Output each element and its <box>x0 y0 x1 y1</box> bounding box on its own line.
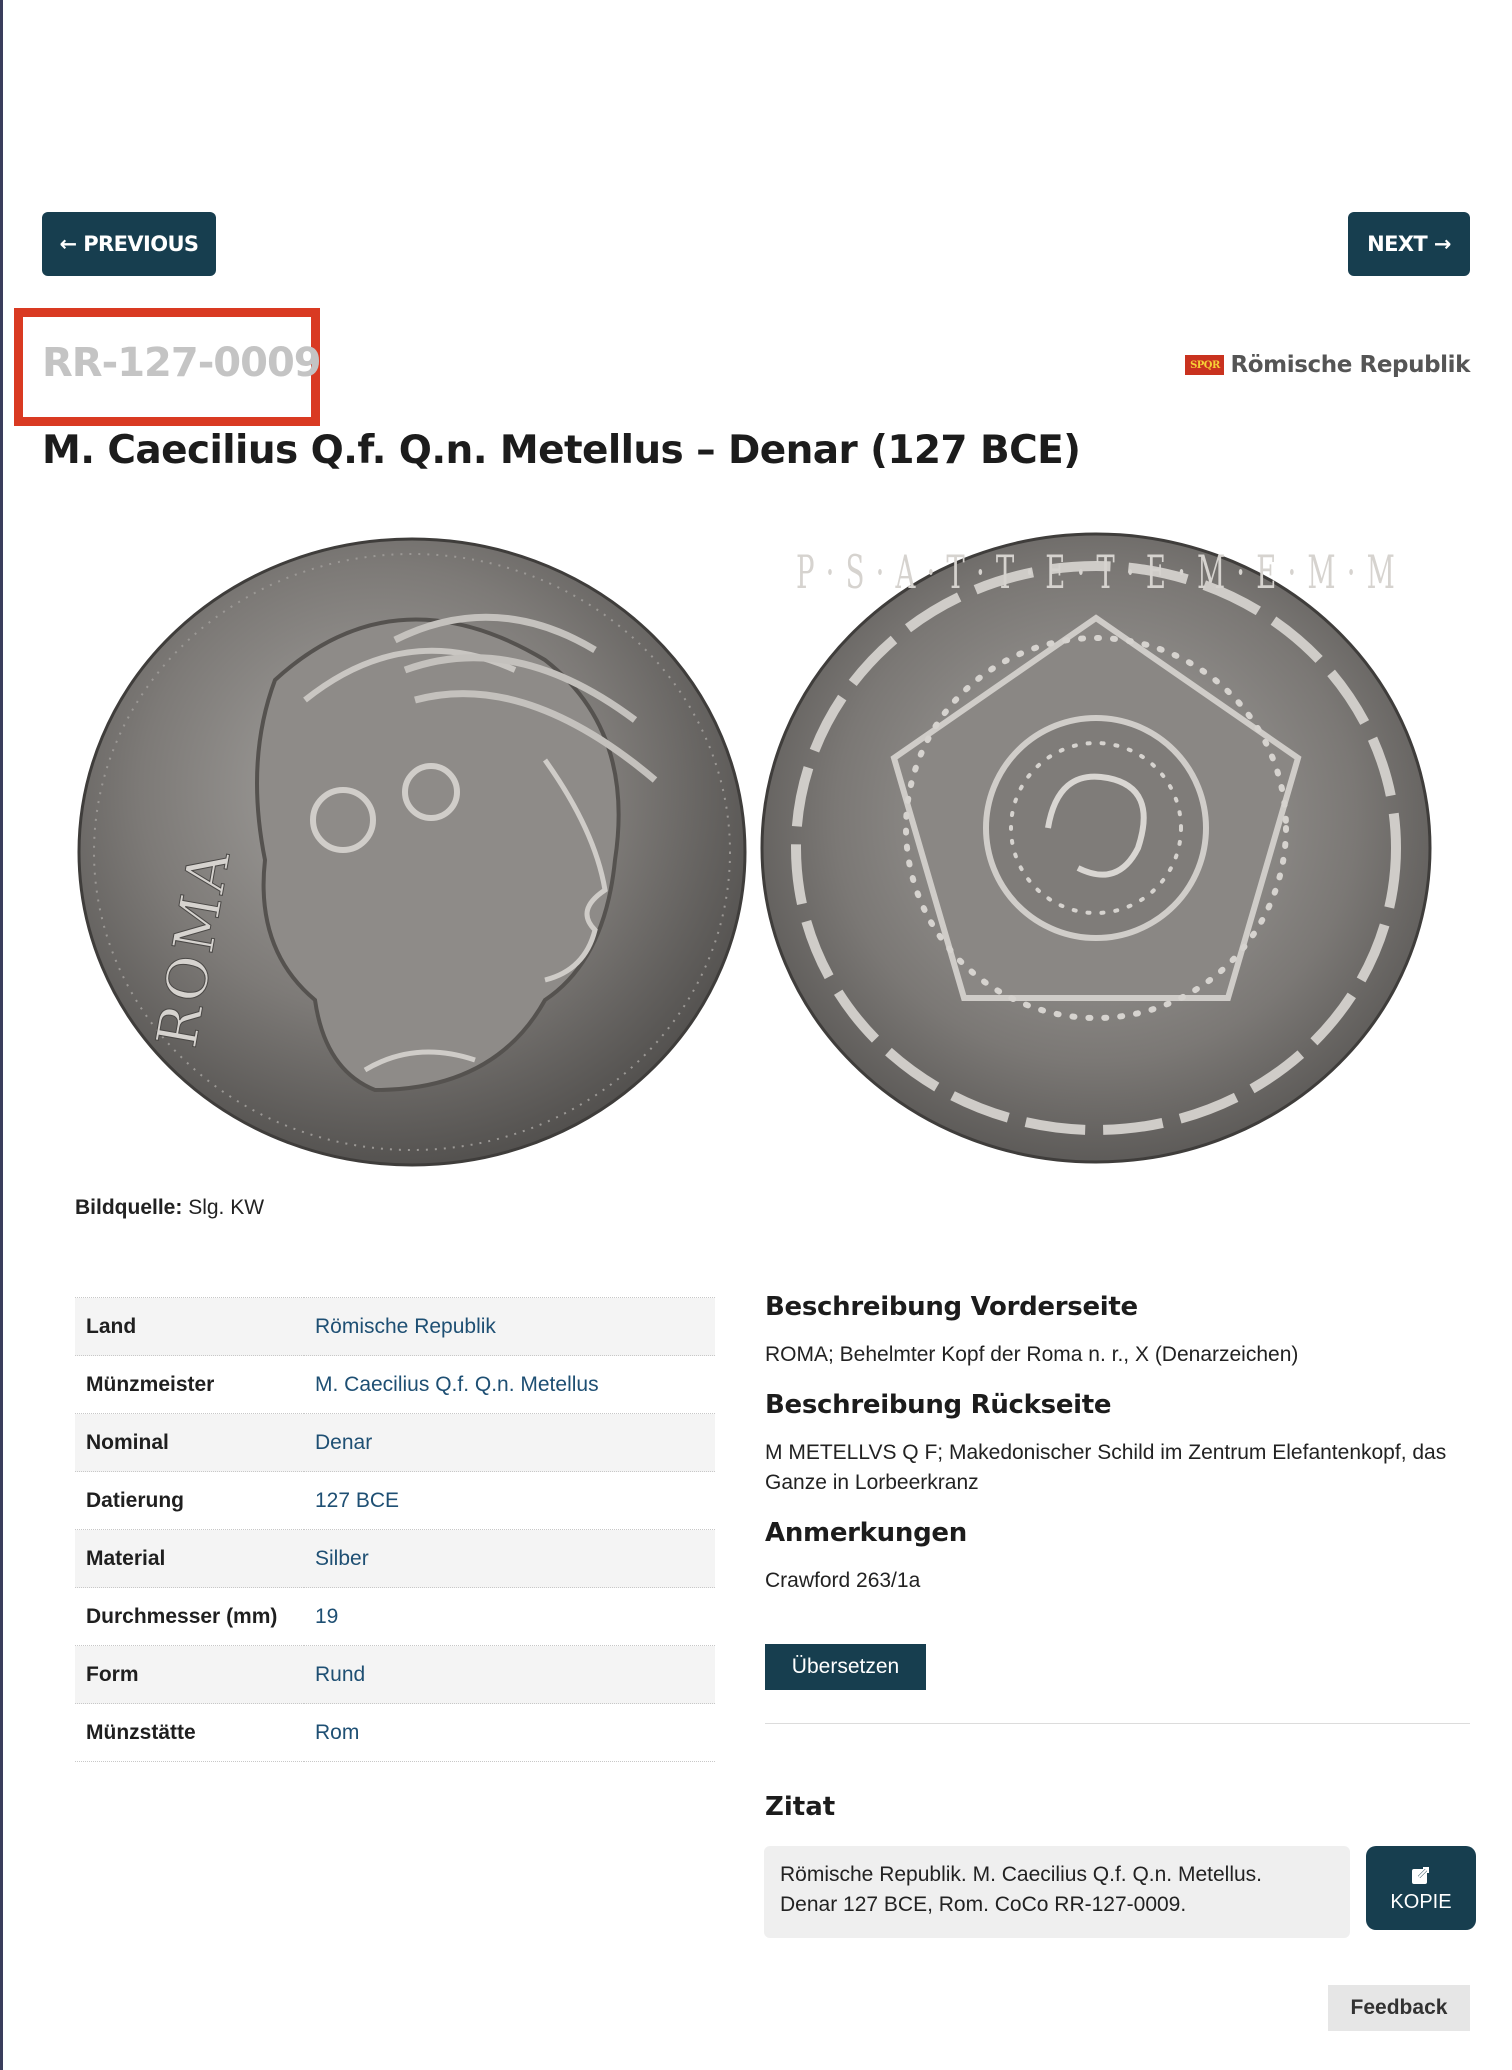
property-value-link[interactable]: Denar <box>304 1414 715 1472</box>
reverse-legend: P · S · A · T · T · E · T · E · M · E · … <box>796 545 1396 599</box>
table-row: Datierung 127 BCE <box>75 1471 715 1530</box>
table-row: Münzstätte Rom <box>75 1703 715 1762</box>
divider <box>765 1723 1470 1724</box>
coin-reverse-image[interactable]: P · S · A · T · T · E · T · E · M · E · … <box>758 528 1438 1168</box>
page-title: M. Caecilius Q.f. Q.n. Metellus – Denar … <box>42 428 1081 473</box>
reverse-description: M METELLVS Q F; Makedonischer Schild im … <box>765 1441 1447 1494</box>
table-row: Durchmesser (mm) 19 <box>75 1587 715 1646</box>
property-key: Form <box>86 1662 139 1686</box>
property-key: Nominal <box>86 1430 169 1454</box>
property-value-link[interactable]: Silber <box>304 1530 715 1588</box>
window-left-edge <box>0 0 3 2070</box>
notes-text: Crawford 263/1a <box>765 1569 921 1592</box>
property-value-link[interactable]: M. Caecilius Q.f. Q.n. Metellus <box>304 1356 715 1414</box>
image-source: Bildquelle: Slg. KW <box>75 1196 264 1220</box>
citation-line-1: Römische Republik. M. Caecilius Q.f. Q.n… <box>780 1863 1262 1886</box>
property-key: Münzstätte <box>86 1720 196 1744</box>
category-name: Römische Republik <box>1230 352 1470 378</box>
image-source-label: Bildquelle: <box>75 1196 183 1219</box>
copy-button-label: KOPIE <box>1390 1890 1452 1913</box>
table-row: Münzmeister M. Caecilius Q.f. Q.n. Metell… <box>75 1355 715 1414</box>
share-copy-icon <box>1412 1865 1431 1884</box>
next-button[interactable]: NEXT → <box>1348 212 1470 276</box>
property-value-link[interactable]: Rom <box>304 1704 715 1762</box>
citation-line-2: Denar 127 BCE, Rom. CoCo RR-127-0009. <box>780 1893 1187 1916</box>
coin-obverse-image[interactable]: ROMA <box>75 530 755 1170</box>
property-key: Durchmesser (mm) <box>86 1604 278 1628</box>
table-row: Land Römische Republik <box>75 1297 715 1356</box>
properties-table: Land Römische Republik Münzmeister M. Caec… <box>75 1297 715 1762</box>
citation-heading: Zitat <box>765 1792 836 1822</box>
property-value-link[interactable]: 127 BCE <box>304 1472 715 1530</box>
table-row: Form Rund <box>75 1645 715 1704</box>
notes-heading: Anmerkungen <box>765 1518 967 1548</box>
table-row: Nominal Denar <box>75 1413 715 1472</box>
property-key: Material <box>86 1546 166 1570</box>
spqr-flag-icon: SPQR <box>1185 355 1225 375</box>
copy-button[interactable]: KOPIE <box>1366 1846 1476 1930</box>
feedback-button[interactable]: Feedback <box>1328 1985 1470 2031</box>
property-value-link[interactable]: Rund <box>304 1646 715 1704</box>
obverse-description: ROMA; Behelmter Kopf der Roma n. r., X (… <box>765 1343 1299 1366</box>
property-key: Land <box>86 1314 137 1338</box>
coin-id: RR-127-0009 <box>42 340 322 386</box>
property-value-link[interactable]: 19 <box>304 1588 715 1646</box>
property-value-link[interactable]: Römische Republik <box>304 1298 715 1356</box>
property-key: Münzmeister <box>86 1372 215 1396</box>
table-row: Material Silber <box>75 1529 715 1588</box>
image-source-value: Slg. KW <box>188 1196 265 1219</box>
reverse-heading: Beschreibung Rückseite <box>765 1390 1112 1420</box>
obverse-heading: Beschreibung Vorderseite <box>765 1292 1138 1322</box>
previous-button[interactable]: ← PREVIOUS <box>42 212 216 276</box>
category-link[interactable]: SPQR Römische Republik <box>1185 352 1470 378</box>
property-key: Datierung <box>86 1488 185 1512</box>
translate-button[interactable]: Übersetzen <box>765 1644 926 1690</box>
citation-box[interactable]: Römische Republik. M. Caecilius Q.f. Q.n… <box>764 1846 1350 1938</box>
